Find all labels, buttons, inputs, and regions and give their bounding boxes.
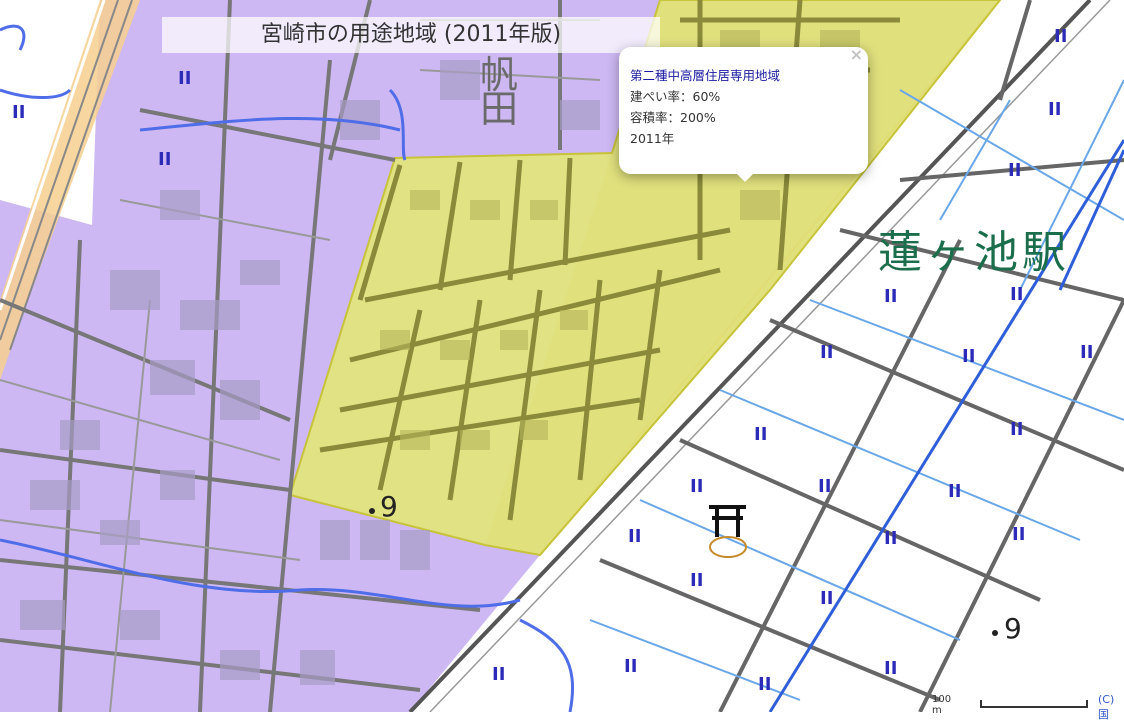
- svg-text:II: II: [690, 570, 703, 591]
- svg-text:II: II: [1010, 284, 1023, 305]
- svg-text:II: II: [1080, 342, 1093, 363]
- scale-label: 100 m: [932, 694, 952, 716]
- svg-text:II: II: [1010, 419, 1023, 440]
- station-label: 蓮ヶ池駅: [878, 227, 1070, 278]
- benchmark-label-left: 9: [380, 490, 398, 523]
- svg-text:II: II: [884, 528, 897, 549]
- svg-text:II: II: [962, 346, 975, 367]
- svg-text:II: II: [1048, 99, 1061, 120]
- scale-line: [980, 700, 1088, 708]
- svg-text:II: II: [1008, 160, 1021, 181]
- popup-zone-name: 第二種中高層住居専用地域: [630, 68, 781, 83]
- svg-text:II: II: [820, 588, 833, 609]
- benchmark-label-right: 9: [1004, 612, 1022, 645]
- svg-text:II: II: [1012, 524, 1025, 545]
- svg-text:II: II: [624, 656, 637, 677]
- popup-coverage: 建ぺい率：60%: [630, 89, 721, 104]
- field-label: 田: [480, 87, 519, 131]
- svg-text:II: II: [628, 526, 641, 547]
- close-icon[interactable]: ×: [850, 44, 863, 65]
- svg-text:II: II: [12, 102, 25, 123]
- svg-text:II: II: [690, 476, 703, 497]
- svg-text:II: II: [158, 149, 171, 170]
- svg-text:II: II: [492, 664, 505, 685]
- attribution-link[interactable]: (C) 国: [1098, 693, 1124, 722]
- svg-text:II: II: [758, 674, 771, 695]
- svg-text:II: II: [1054, 26, 1067, 47]
- svg-text:II: II: [178, 68, 191, 89]
- svg-text:II: II: [884, 658, 897, 679]
- map-canvas[interactable]: II II II II II II II II II II II II II II II II II I…: [0, 0, 1124, 712]
- svg-text:II: II: [948, 481, 961, 502]
- zone-info-popup: × 第二種中高層住居専用地域 建ぺい率：60% 容積率：200% 2011年: [619, 44, 868, 182]
- popup-floor-ratio: 容積率：200%: [630, 110, 716, 125]
- map-title: 宮崎市の用途地域 (2011年版): [162, 17, 660, 53]
- popup-year: 2011年: [630, 131, 675, 146]
- svg-text:II: II: [820, 342, 833, 363]
- svg-text:II: II: [754, 424, 767, 445]
- svg-text:II: II: [884, 286, 897, 307]
- svg-text:II: II: [818, 476, 831, 497]
- popup-tip: [735, 172, 755, 182]
